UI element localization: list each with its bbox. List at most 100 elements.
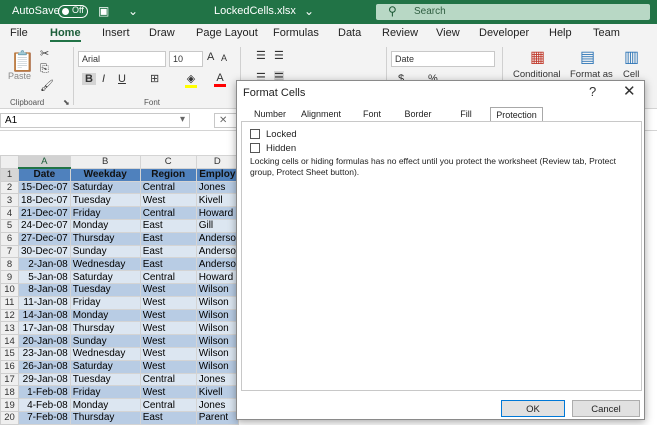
bold-button[interactable]: B	[82, 73, 96, 85]
locked-label[interactable]: Locked	[266, 129, 297, 140]
cell-wd[interactable]: Sunday	[69, 244, 141, 259]
cell-date[interactable]: 26-Jan-08	[18, 359, 71, 374]
cell-rg[interactable]: Central	[139, 180, 197, 195]
cell-rg[interactable]: East	[139, 410, 197, 425]
cell-em[interactable]: Wilson	[195, 295, 239, 310]
tab-number[interactable]: Number	[247, 107, 293, 121]
cell-date[interactable]: Date	[18, 167, 71, 182]
cell-date[interactable]: 29-Jan-08	[18, 372, 71, 387]
cell-wd[interactable]: Wednesday	[69, 257, 141, 272]
cell-rg[interactable]: East	[139, 231, 197, 246]
row-header[interactable]: 13	[0, 321, 19, 336]
row-header[interactable]: 5	[0, 218, 19, 233]
quick-access-dropdown-icon[interactable]: ⌄	[128, 4, 138, 18]
font-name-select[interactable]: Arial	[78, 51, 166, 67]
cell-rg[interactable]: East	[139, 257, 197, 272]
search-box[interactable]: ⚲ Search	[376, 4, 650, 20]
autosave-toggle[interactable]: Off	[58, 5, 88, 18]
conditional-formatting-button[interactable]: Conditional	[513, 69, 561, 80]
tab-file[interactable]: File	[10, 27, 28, 39]
cell-rg[interactable]: West	[139, 346, 197, 361]
row-header[interactable]: 18	[0, 385, 19, 400]
cell-rg[interactable]: West	[139, 334, 197, 348]
tab-page-layout[interactable]: Page Layout	[196, 27, 258, 39]
cell-rg[interactable]: West	[139, 295, 197, 310]
save-icon[interactable]: ▣	[98, 4, 109, 18]
cell-em[interactable]: Anderso	[195, 244, 239, 259]
increase-font-icon[interactable]: A	[207, 51, 214, 63]
number-format-select[interactable]: Date	[391, 51, 495, 67]
help-icon[interactable]: ?	[589, 84, 596, 99]
copy-icon[interactable]: ⎘	[40, 63, 49, 76]
cell-date[interactable]: 17-Jan-08	[18, 321, 71, 336]
cell-date[interactable]: 8-Jan-08	[18, 282, 71, 297]
filename-dropdown-icon[interactable]: ⌄	[304, 4, 314, 18]
cell-rg[interactable]: West	[139, 282, 197, 297]
cell-em[interactable]: Employ	[195, 167, 239, 182]
borders-icon[interactable]: ⊞	[150, 72, 159, 85]
cell-em[interactable]: Anderso	[195, 257, 239, 272]
row-header[interactable]: 8	[0, 257, 19, 272]
cell-em[interactable]: Kivell	[195, 193, 239, 208]
cell-date[interactable]: 20-Jan-08	[18, 334, 71, 348]
cell-wd[interactable]: Tuesday	[69, 193, 141, 208]
row-header[interactable]: 10	[0, 282, 19, 297]
cell-rg[interactable]: Central	[139, 270, 197, 284]
row-header[interactable]: 14	[0, 334, 19, 348]
row-header[interactable]: 11	[0, 295, 19, 310]
cell-em[interactable]: Wilson	[195, 334, 239, 348]
cell-date[interactable]: 18-Dec-07	[18, 193, 71, 208]
row-header[interactable]: 16	[0, 359, 19, 374]
row-header[interactable]: 1	[0, 167, 19, 182]
cell-wd[interactable]: Tuesday	[69, 282, 141, 297]
cell-rg[interactable]: West	[139, 308, 197, 323]
hidden-label[interactable]: Hidden	[266, 143, 296, 154]
tab-review[interactable]: Review	[382, 27, 418, 39]
underline-button[interactable]: U	[118, 73, 126, 85]
name-box-dropdown-icon[interactable]: ▾	[180, 114, 185, 125]
cell-date[interactable]: 27-Dec-07	[18, 231, 71, 246]
column-header-c[interactable]: C	[139, 155, 197, 169]
cell-em[interactable]: Gill	[195, 218, 239, 233]
cell-rg[interactable]: West	[139, 321, 197, 336]
tab-font[interactable]: Font	[351, 107, 393, 121]
cell-rg[interactable]: Region	[139, 167, 197, 182]
cancel-edit-icon[interactable]: ✕	[219, 115, 227, 126]
font-color-icon[interactable]: A	[214, 72, 226, 87]
cell-wd[interactable]: Monday	[69, 398, 141, 412]
cell-em[interactable]: Jones	[195, 180, 239, 195]
select-all-corner[interactable]	[0, 155, 19, 169]
cell-date[interactable]: 4-Feb-08	[18, 398, 71, 412]
cell-date[interactable]: 1-Feb-08	[18, 385, 71, 400]
cell-wd[interactable]: Saturday	[69, 270, 141, 284]
locked-checkbox[interactable]	[250, 129, 260, 139]
row-header[interactable]: 20	[0, 410, 19, 425]
row-header[interactable]: 6	[0, 231, 19, 246]
row-header[interactable]: 9	[0, 270, 19, 284]
cell-rg[interactable]: East	[139, 218, 197, 233]
cell-date[interactable]: 24-Dec-07	[18, 218, 71, 233]
cell-date[interactable]: 23-Jan-08	[18, 346, 71, 361]
conditional-formatting-icon[interactable]: ▦	[530, 47, 545, 67]
cell-date[interactable]: 15-Dec-07	[18, 180, 71, 195]
cell-rg[interactable]: West	[139, 359, 197, 374]
tab-team[interactable]: Team	[593, 27, 620, 39]
format-as-table-button[interactable]: Format as	[570, 69, 613, 80]
cell-date[interactable]: 5-Jan-08	[18, 270, 71, 284]
cell-rg[interactable]: East	[139, 244, 197, 259]
cell-em[interactable]: Wilson	[195, 346, 239, 361]
cell-date[interactable]: 21-Dec-07	[18, 206, 71, 220]
hidden-checkbox[interactable]	[250, 143, 260, 153]
cell-wd[interactable]: Weekday	[69, 167, 141, 182]
cell-date[interactable]: 7-Feb-08	[18, 410, 71, 425]
tab-fill[interactable]: Fill	[445, 107, 487, 121]
cancel-button[interactable]: Cancel	[572, 400, 640, 417]
paste-button[interactable]: Paste	[8, 71, 31, 81]
cell-wd[interactable]: Sunday	[69, 334, 141, 348]
cell-em[interactable]: Howard	[195, 270, 239, 284]
row-header[interactable]: 19	[0, 398, 19, 412]
tab-view[interactable]: View	[436, 27, 460, 39]
cell-em[interactable]: Wilson	[195, 321, 239, 336]
tab-developer[interactable]: Developer	[479, 27, 529, 39]
decrease-font-icon[interactable]: A	[221, 53, 227, 63]
